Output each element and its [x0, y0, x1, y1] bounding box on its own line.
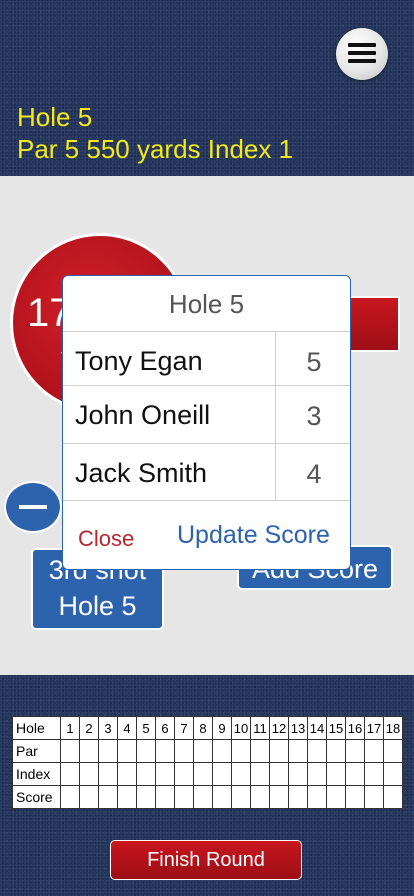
par-cell: [212, 739, 232, 763]
score-cell: [136, 785, 156, 809]
index-cell: [326, 762, 346, 786]
index-cell: [98, 762, 118, 786]
par-cell: [117, 739, 137, 763]
par-cell: [79, 739, 99, 763]
hole-number: 9: [212, 716, 232, 740]
dialog-title: Hole 5: [168, 289, 245, 319]
index-cell: [364, 762, 384, 786]
score-cell: [269, 785, 289, 809]
index-cell: [117, 762, 137, 786]
score-cell: [98, 785, 118, 809]
hole-number: 5: [136, 716, 156, 740]
index-cell: [383, 762, 403, 786]
player-name: Jack Smith: [75, 458, 208, 488]
par-cell: [136, 739, 156, 763]
par-cell: [231, 739, 251, 763]
score-cell: [326, 785, 346, 809]
player-score-field[interactable]: 4: [275, 444, 350, 501]
index-cell: [174, 762, 194, 786]
hole-number: 11: [250, 716, 270, 740]
hole-number: 3: [98, 716, 118, 740]
score-dialog: Hole 5 Tony Egan 5 John Oneill 3 Jack Sm…: [62, 275, 351, 570]
index-cell: [307, 762, 327, 786]
score-cell: [383, 785, 403, 809]
hole-number: 8: [193, 716, 213, 740]
hole-number: 7: [174, 716, 194, 740]
scorecard-header-row: Hole 1 2 3 4 5 6 7 8 9 10 11 12 13 14 15…: [12, 716, 403, 740]
hole-number: 17: [364, 716, 384, 740]
hole-number: 1: [60, 716, 80, 740]
hole-number: 12: [269, 716, 289, 740]
score-cell: [193, 785, 213, 809]
par-cell: [250, 739, 270, 763]
score-cell: [60, 785, 80, 809]
player-score-field[interactable]: 3: [275, 386, 350, 443]
par-cell: [383, 739, 403, 763]
hole-number: 6: [155, 716, 175, 740]
score-cell: [364, 785, 384, 809]
hole-number: 16: [345, 716, 365, 740]
hole-number: 2: [79, 716, 99, 740]
finish-round-button[interactable]: Finish Round: [110, 840, 302, 880]
scorecard-header-label: Hole: [12, 716, 61, 740]
scorecard-par-row: Par: [12, 739, 403, 763]
par-cell: [288, 739, 308, 763]
par-cell: [345, 739, 365, 763]
score-cell: [231, 785, 251, 809]
player-row: John Oneill 3: [63, 385, 350, 443]
player-name: Tony Egan: [75, 346, 203, 376]
score-cell: [288, 785, 308, 809]
par-cell: [326, 739, 346, 763]
score-cell: [117, 785, 137, 809]
dialog-footer: Close Update Score: [63, 500, 350, 569]
par-cell: [98, 739, 118, 763]
index-cell: [79, 762, 99, 786]
hole-number: 10: [231, 716, 251, 740]
hole-number: 15: [326, 716, 346, 740]
par-cell: [364, 739, 384, 763]
score-cell: [174, 785, 194, 809]
index-cell: [269, 762, 289, 786]
index-cell: [60, 762, 80, 786]
index-cell: [193, 762, 213, 786]
player-name: John Oneill: [75, 400, 211, 430]
scorecard-table: Hole 1 2 3 4 5 6 7 8 9 10 11 12 13 14 15…: [12, 716, 403, 809]
row-label-index: Index: [12, 762, 61, 786]
hole-number: 18: [383, 716, 403, 740]
par-cell: [193, 739, 213, 763]
index-cell: [231, 762, 251, 786]
index-cell: [250, 762, 270, 786]
index-cell: [136, 762, 156, 786]
hole-number: 14: [307, 716, 327, 740]
score-cell: [250, 785, 270, 809]
hole-number: 13: [288, 716, 308, 740]
index-cell: [345, 762, 365, 786]
score-cell: [212, 785, 232, 809]
row-label-score: Score: [12, 785, 61, 809]
scorecard-index-row: Index: [12, 762, 403, 786]
index-cell: [212, 762, 232, 786]
score-cell: [155, 785, 175, 809]
hole-number: 4: [117, 716, 137, 740]
close-button[interactable]: Close: [78, 526, 134, 552]
index-cell: [288, 762, 308, 786]
par-cell: [269, 739, 289, 763]
player-row: Tony Egan 5: [63, 331, 350, 389]
score-cell: [307, 785, 327, 809]
player-score-field[interactable]: 5: [275, 332, 350, 389]
player-row: Jack Smith 4: [63, 443, 350, 501]
update-score-button[interactable]: Update Score: [177, 521, 330, 550]
scorecard-score-row: Score: [12, 785, 403, 809]
par-cell: [174, 739, 194, 763]
score-cell: [79, 785, 99, 809]
score-cell: [345, 785, 365, 809]
par-cell: [307, 739, 327, 763]
par-cell: [60, 739, 80, 763]
index-cell: [155, 762, 175, 786]
par-cell: [155, 739, 175, 763]
row-label-par: Par: [12, 739, 61, 763]
